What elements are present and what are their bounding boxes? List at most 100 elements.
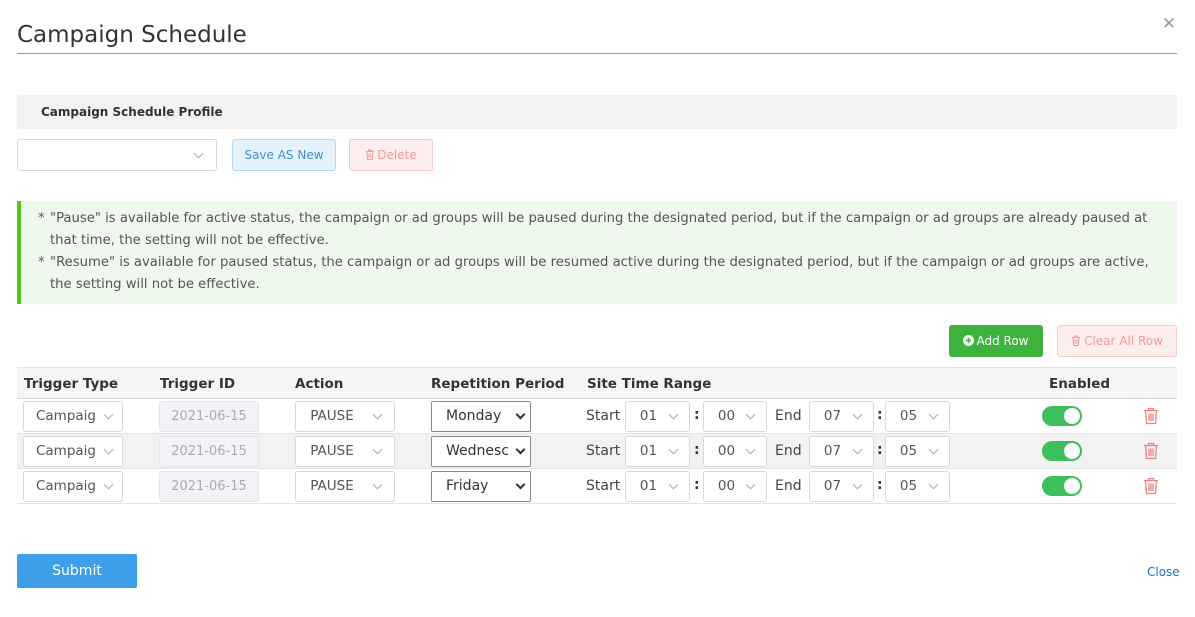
end-hour-select[interactable]: 07 [809,471,874,502]
time-colon: : [694,477,700,493]
start-hour-select[interactable]: 01 [625,401,690,432]
trash-icon[interactable] [1143,407,1159,425]
end-hour-value: 07 [823,478,842,494]
chevron-down-icon [372,409,383,420]
start-hour-value: 01 [639,408,658,424]
start-hour-select[interactable]: 01 [625,436,690,467]
start-minute-select[interactable]: 00 [703,436,767,467]
time-colon: : [877,407,883,423]
end-minute-select[interactable]: 05 [885,401,950,432]
repetition-period-select[interactable]: Friday [431,471,531,502]
notice-text-resume: "Resume" is available for paused status,… [50,255,1149,292]
trigger-type-select[interactable]: Campaig [23,401,123,432]
enabled-toggle[interactable] [1042,441,1082,461]
end-label: End [775,443,802,459]
time-colon: : [694,407,700,423]
toggle-knob [1064,478,1080,494]
repetition-period-select[interactable]: Wednesc [431,436,531,467]
end-label: End [775,408,802,424]
header-trigger-id: Trigger ID [160,376,236,392]
action-select[interactable]: PAUSE [295,436,395,467]
header-trigger-type: Trigger Type [24,376,119,392]
trigger-type-value: Campaig [35,478,96,494]
table-row: Campaig 2021-06-15 PAUSE Friday Start 01… [17,469,1177,504]
clear-all-row-label: Clear All Row [1084,334,1163,348]
trash-icon [1072,335,1081,346]
end-minute-select[interactable]: 05 [885,471,950,502]
chevron-down-icon [193,148,204,159]
trigger-type-select[interactable]: Campaig [23,471,123,502]
bullet-star: * [38,255,45,270]
table-header: Trigger Type Trigger ID Action Repetitio… [17,367,1177,399]
submit-button[interactable]: Submit [17,554,137,588]
plus-circle-icon [963,335,975,346]
profile-section-header: Campaign Schedule Profile [17,95,1177,129]
save-as-new-button[interactable]: Save AS New [232,139,336,171]
start-minute-select[interactable]: 00 [703,471,767,502]
delete-button[interactable]: Delete [349,139,433,171]
enabled-toggle[interactable] [1042,406,1082,426]
action-value: PAUSE [310,408,354,424]
chevron-down-icon [372,444,383,455]
start-label: Start [586,408,621,424]
start-label: Start [586,478,621,494]
start-hour-select[interactable]: 01 [625,471,690,502]
clear-all-row-button[interactable]: Clear All Row [1057,325,1177,357]
trigger-type-value: Campaig [35,408,96,424]
end-hour-value: 07 [823,408,842,424]
header-action: Action [295,376,344,392]
notice-item-pause: * "Pause" is available for active status… [38,208,1157,252]
end-minute-value: 05 [899,443,918,459]
action-value: PAUSE [310,478,354,494]
end-hour-value: 07 [823,443,842,459]
repetition-value: Monday [446,408,502,424]
toggle-knob [1064,443,1080,459]
trigger-id-field: 2021-06-15 [159,401,259,432]
notice-item-resume: * "Resume" is available for paused statu… [38,252,1157,296]
trash-icon[interactable] [1143,442,1159,460]
trigger-id-field: 2021-06-15 [159,436,259,467]
time-colon: : [694,442,700,458]
repetition-value: Friday [446,478,489,494]
end-hour-select[interactable]: 07 [809,401,874,432]
close-icon[interactable]: ✕ [1160,15,1178,33]
action-select[interactable]: PAUSE [295,471,395,502]
trash-icon [366,149,375,160]
save-as-new-label: Save AS New [244,148,324,162]
start-minute-value: 00 [717,478,736,494]
start-label: Start [586,443,621,459]
start-minute-value: 00 [717,443,736,459]
dialog-title: Campaign Schedule [17,22,247,48]
trigger-type-value: Campaig [35,443,96,459]
trigger-type-select[interactable]: Campaig [23,436,123,467]
end-hour-select[interactable]: 07 [809,436,874,467]
table-row: Campaig 2021-06-15 PAUSE Monday Start 01… [17,399,1177,434]
start-hour-value: 01 [639,478,658,494]
delete-label: Delete [377,148,417,162]
end-minute-value: 05 [899,478,918,494]
end-label: End [775,478,802,494]
time-colon: : [877,477,883,493]
title-divider [17,53,1177,54]
close-link[interactable]: Close [1147,565,1180,579]
start-minute-select[interactable]: 00 [703,401,767,432]
start-minute-value: 00 [717,408,736,424]
submit-label: Submit [52,563,102,579]
time-colon: : [877,442,883,458]
notice-text-pause: "Pause" is available for active status, … [50,211,1148,248]
profile-select[interactable] [17,139,217,171]
action-select[interactable]: PAUSE [295,401,395,432]
header-site-time-range: Site Time Range [587,376,712,392]
end-minute-value: 05 [899,408,918,424]
add-row-button[interactable]: Add Row [949,325,1043,357]
table-row: Campaig 2021-06-15 PAUSE Wednesc Start 0… [17,434,1177,469]
trash-icon[interactable] [1143,477,1159,495]
repetition-period-select[interactable]: Monday [431,401,531,432]
bullet-star: * [38,211,45,226]
action-value: PAUSE [310,443,354,459]
chevron-down-icon [372,479,383,490]
end-minute-select[interactable]: 05 [885,436,950,467]
enabled-toggle[interactable] [1042,476,1082,496]
start-hour-value: 01 [639,443,658,459]
repetition-value: Wednesc [446,443,509,459]
